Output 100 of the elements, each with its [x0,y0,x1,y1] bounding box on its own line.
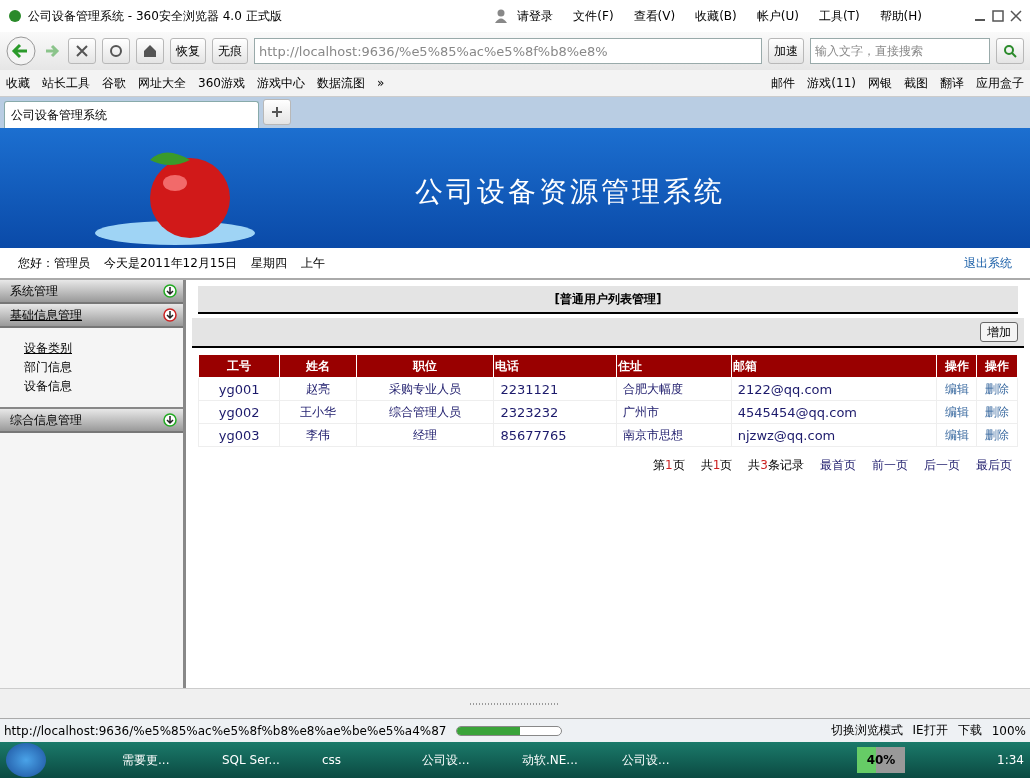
table-cell: 经理 [356,423,494,447]
bookmark-link[interactable]: » [376,76,385,90]
start-button[interactable] [6,743,46,777]
date-text: 今天是2011年12月15日 [104,254,238,272]
taskbar-item[interactable]: SQL Ser... [218,746,312,774]
search-icon [1003,44,1017,58]
toolbar-link[interactable]: 游戏(11) [807,74,856,92]
table-cell: yg002 [198,400,280,424]
clock: 1:34 [997,753,1024,767]
toolbar-link[interactable]: 网银 [868,74,892,92]
stop-button[interactable] [68,38,96,64]
restore-button[interactable]: 恢复 [170,38,206,64]
close-icon [76,45,88,57]
sidebar-header[interactable]: 系统管理 [0,280,183,304]
download-button[interactable]: 下载 [957,722,982,739]
bookmark-link[interactable]: 站长工具 [42,74,90,92]
period-text: 上午 [301,254,326,272]
sidebar-item[interactable]: 设备类别 [24,340,159,357]
home-button[interactable] [136,38,164,64]
pager-link[interactable]: 最首页 [820,457,856,474]
incognito-button[interactable]: 无痕 [212,38,248,64]
pager-link[interactable]: 后一页 [924,457,960,474]
toolbar-link[interactable]: 截图 [904,74,928,92]
column-header: 住址 [616,354,732,378]
maximize-icon[interactable] [992,10,1004,22]
column-header: 操作 [976,354,1018,378]
column-header: 职位 [356,354,494,378]
pager-info: 第1页 [653,457,685,474]
ie-open-button[interactable]: IE打开 [912,722,948,739]
zoom-button[interactable]: 100% [991,723,1026,738]
table-cell: 广州市 [616,400,732,424]
menu-item[interactable]: 查看(V) [633,7,676,25]
column-header: 工号 [198,354,280,378]
bookmark-link[interactable]: 数据流图 [316,74,365,92]
arrow-down-icon[interactable] [163,413,177,427]
table-cell: 综合管理人员 [356,400,494,424]
sidebar-header[interactable]: 基础信息管理 [0,304,183,328]
table-cell: yg003 [198,423,280,447]
bookmark-link[interactable]: 360游戏 [198,74,245,92]
table-cell: 南京市思想 [616,423,732,447]
back-icon[interactable] [6,36,36,66]
taskbar-item[interactable]: 公司设... [618,746,712,774]
toolbar-link[interactable]: 翻译 [940,74,964,92]
taskbar-item[interactable]: css [318,746,412,774]
search-button[interactable] [996,38,1024,64]
table-cell: 4545454@qq.com [731,400,937,424]
splitter-handle[interactable] [0,688,1030,718]
search-field[interactable]: 输入文字，直接搜索 [810,38,990,64]
browser-tab[interactable]: 公司设备管理系统 [4,101,259,128]
bookmark-link[interactable]: 谷歌 [102,74,126,92]
pager-link[interactable]: 最后页 [976,457,1012,474]
weekday-text: 星期四 [251,254,288,272]
taskbar-item[interactable]: 需要更... [118,746,212,774]
table-cell: 李伟 [280,423,357,447]
arrow-down-icon[interactable] [163,284,177,298]
sidebar-header[interactable]: 综合信息管理 [0,409,183,433]
pager-info: 共3条记录 [748,457,804,474]
user-icon [495,9,508,23]
menu-item[interactable]: 帮助(H) [879,7,922,25]
table-cell: 2231121 [493,377,617,401]
menu-item[interactable]: 文件(F) [573,7,614,25]
table-cell: 85677765 [493,423,617,447]
speed-button[interactable]: 加速 [768,38,804,64]
bookmark-link[interactable]: 游戏中心 [256,74,305,92]
column-header: 邮箱 [731,354,937,378]
login-link[interactable]: 请登录 [517,7,554,25]
greeting: 您好：管理员 [18,254,90,272]
column-header: 电话 [493,354,617,378]
menu-item[interactable]: 收藏(B) [695,7,737,25]
new-tab-button[interactable] [263,99,291,125]
table-cell: yg001 [198,377,280,401]
browse-mode-button[interactable]: 切换浏览模式 [830,722,903,739]
sidebar-item[interactable]: 部门信息 [24,359,159,376]
pager-info: 共1页 [700,457,733,474]
table-cell: 赵亮 [280,377,357,401]
column-header: 操作 [937,354,977,378]
status-url: http://localhost:9636/%e5%85%ac%e5%8f%b8%e8%ae%be%e5%a4%87 [4,723,447,738]
toolbar-link[interactable]: 应用盒子 [976,74,1024,92]
address-field[interactable]: http://localhost:9636/%e5%85%ac%e5%8f%b8%e8% [254,38,762,64]
table-cell: 2122@qq.com [731,377,937,401]
column-header: 姓名 [280,354,357,378]
menu-item[interactable]: 帐户(U) [756,7,799,25]
arrow-down-icon[interactable] [163,308,177,322]
close-icon[interactable] [1010,10,1022,22]
table-cell: 合肥大幅度 [616,377,732,401]
add-button[interactable]: 增加 [980,322,1018,342]
menu-item[interactable]: 工具(T) [818,7,860,25]
toolbar-link[interactable]: 邮件 [771,74,796,92]
refresh-button[interactable] [102,38,130,64]
banner-title: 公司设备资源管理系统 [415,174,725,210]
home-icon [143,44,157,58]
bookmark-link[interactable]: 网址大全 [138,74,186,92]
bookmark-link[interactable]: 收藏 [6,74,30,92]
pager-link[interactable]: 前一页 [872,457,908,474]
table-cell: 王小华 [280,400,357,424]
taskbar-item[interactable]: 公司设... [418,746,512,774]
section-title: [普通用户列表管理] [198,286,1018,314]
logout-link[interactable]: 退出系统 [964,254,1012,272]
taskbar-item[interactable]: 动软.NE... [518,746,612,774]
sidebar-item[interactable]: 设备信息 [24,378,159,395]
